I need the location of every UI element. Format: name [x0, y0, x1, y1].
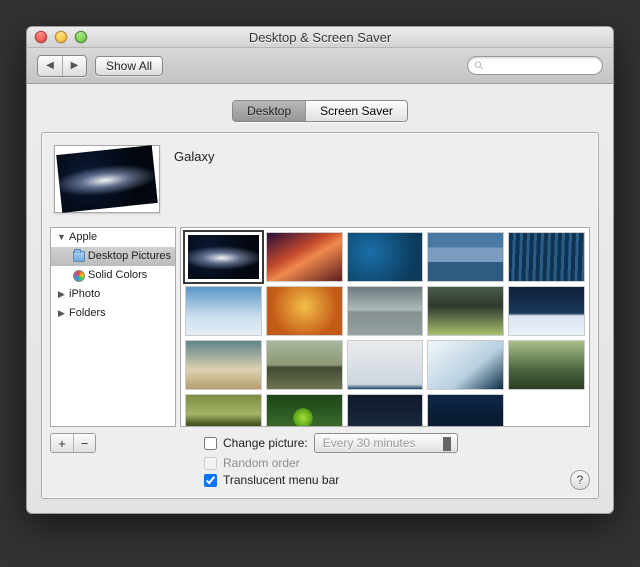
- thumbnail-savanna[interactable]: [185, 340, 262, 390]
- thumbnail-canyon[interactable]: [266, 232, 343, 282]
- forward-button[interactable]: ▶: [62, 56, 86, 76]
- change-picture-label: Change picture:: [223, 436, 308, 450]
- sidebar-item-desktop-pictures[interactable]: Desktop Pictures: [51, 247, 175, 266]
- content: Desktop Screen Saver Galaxy ▼ Apple: [27, 84, 613, 513]
- thumbnail-snow-blue[interactable]: [427, 340, 504, 390]
- random-order-checkbox[interactable]: [204, 457, 217, 470]
- folder-icon: [73, 251, 85, 262]
- thumbnail-elephants[interactable]: [266, 340, 343, 390]
- thumbnail-lily-pond[interactable]: [508, 340, 585, 390]
- traffic-lights: [35, 31, 87, 43]
- search-field[interactable]: [467, 56, 603, 75]
- rainbow-icon: [73, 270, 85, 282]
- thumbnail-blue-wave[interactable]: [347, 232, 424, 282]
- translucent-checkbox[interactable]: [204, 474, 217, 487]
- preview-row: Galaxy: [54, 145, 586, 213]
- search-input[interactable]: [488, 60, 596, 72]
- thumbnail-sunset-orange[interactable]: [266, 286, 343, 336]
- random-order-row: Random order: [204, 456, 458, 470]
- desktop-panel: Galaxy ▼ Apple Desktop Pictures Solid Co…: [41, 132, 599, 499]
- galaxy-image: [56, 145, 158, 213]
- nav-back-forward: ◀ ▶: [37, 55, 87, 77]
- disclosure-triangle-icon[interactable]: ▶: [57, 287, 66, 302]
- sidebar-item-label: Desktop Pictures: [88, 249, 171, 264]
- thumbnail-galaxy[interactable]: [185, 232, 262, 282]
- window: Desktop & Screen Saver ◀ ▶ Show All Desk…: [26, 26, 614, 514]
- translucent-label: Translucent menu bar: [223, 473, 339, 487]
- minimize-button[interactable]: [55, 31, 67, 43]
- options: Change picture: Every 30 minutes ▲▼ Rand…: [204, 433, 458, 490]
- thumbnail-ice-field[interactable]: [347, 340, 424, 390]
- disclosure-triangle-icon[interactable]: ▶: [57, 306, 66, 321]
- source-list[interactable]: ▼ Apple Desktop Pictures Solid Colors ▶ …: [50, 227, 176, 427]
- disclosure-triangle-icon[interactable]: ▼: [57, 230, 66, 245]
- window-title: Desktop & Screen Saver: [27, 30, 613, 45]
- preview-thumbnail: [54, 145, 160, 213]
- tab-screen-saver[interactable]: Screen Saver: [305, 101, 407, 121]
- thumbnail-blue-stripes[interactable]: [427, 232, 504, 282]
- tab-switcher: Desktop Screen Saver: [232, 100, 408, 122]
- add-remove-buttons: + −: [50, 433, 96, 453]
- remove-source-button[interactable]: −: [73, 434, 95, 452]
- thumbnail-moss[interactable]: [185, 394, 262, 427]
- change-interval-select[interactable]: Every 30 minutes ▲▼: [314, 433, 458, 453]
- thumbnail-blue-forest[interactable]: [508, 232, 585, 282]
- sidebar-item-label: Folders: [69, 306, 106, 321]
- thumbnail-grey-hills[interactable]: [347, 286, 424, 336]
- panel-footer: + − Change picture: Every 30 minutes ▲▼: [50, 433, 590, 490]
- help-button[interactable]: ?: [570, 470, 590, 490]
- sidebar-item-solid-colors[interactable]: Solid Colors: [51, 266, 175, 285]
- browser: ▼ Apple Desktop Pictures Solid Colors ▶ …: [50, 227, 590, 427]
- titlebar: Desktop & Screen Saver: [27, 27, 613, 48]
- thumbnail-green-hills[interactable]: [427, 286, 504, 336]
- show-all-button[interactable]: Show All: [95, 56, 163, 76]
- thumbnail-blue-night[interactable]: [347, 394, 424, 427]
- back-button[interactable]: ◀: [38, 56, 62, 76]
- thumbnail-sky-clouds[interactable]: [185, 286, 262, 336]
- tab-desktop[interactable]: Desktop: [233, 101, 305, 121]
- sidebar-item-folders[interactable]: ▶ Folders: [51, 304, 175, 323]
- zoom-button[interactable]: [75, 31, 87, 43]
- add-source-button[interactable]: +: [51, 434, 73, 452]
- thumbnail-frog[interactable]: [266, 394, 343, 427]
- thumbnail-earth-horizon[interactable]: [508, 286, 585, 336]
- thumbnail-grid[interactable]: [180, 227, 590, 427]
- change-picture-checkbox[interactable]: [204, 437, 217, 450]
- toolbar: ◀ ▶ Show All: [27, 48, 613, 84]
- sidebar-item-iphoto[interactable]: ▶ iPhoto: [51, 285, 175, 304]
- change-picture-row: Change picture: Every 30 minutes ▲▼: [204, 433, 458, 453]
- preview-name: Galaxy: [174, 149, 214, 164]
- random-order-label: Random order: [223, 456, 300, 470]
- sidebar-item-label: iPhoto: [69, 287, 100, 302]
- close-button[interactable]: [35, 31, 47, 43]
- sidebar-item-apple[interactable]: ▼ Apple: [51, 228, 175, 247]
- thumbnail-deep-blue[interactable]: [427, 394, 504, 427]
- translucent-row: Translucent menu bar: [204, 473, 458, 487]
- sidebar-item-label: Apple: [69, 230, 97, 245]
- change-interval-value: Every 30 minutes: [323, 436, 416, 450]
- sidebar-item-label: Solid Colors: [88, 268, 147, 283]
- search-icon: [474, 60, 484, 71]
